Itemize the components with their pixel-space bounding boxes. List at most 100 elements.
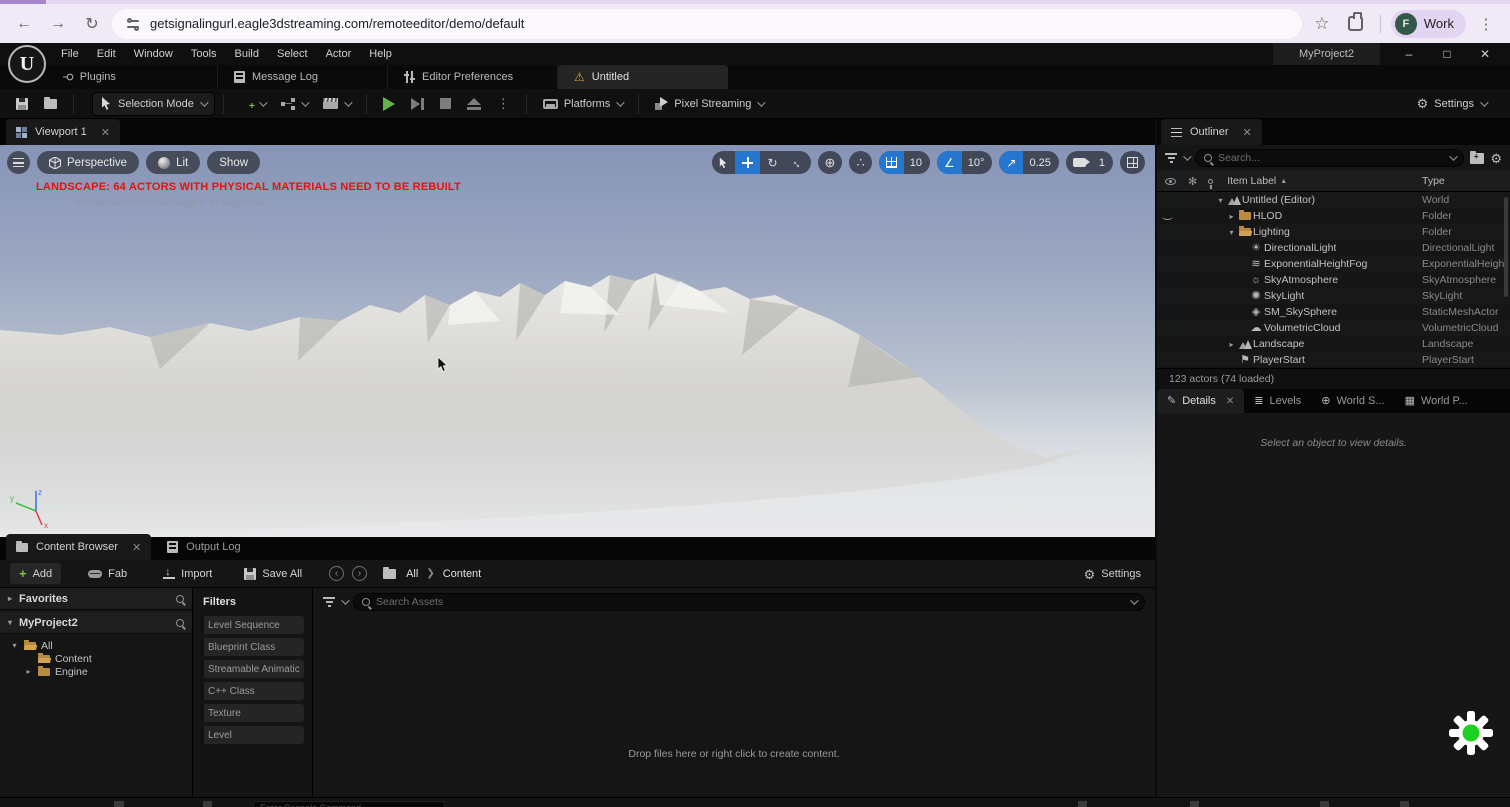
tab-details[interactable]: Details✕ (1157, 389, 1244, 413)
play-options-kebab[interactable]: ⋮ (489, 92, 518, 116)
frame-skip-button[interactable] (403, 92, 432, 116)
folder-engine[interactable]: ▸Engine (10, 665, 192, 678)
close-icon[interactable]: ✕ (1226, 396, 1234, 407)
content-browser-settings[interactable]: ⚙Settings (1084, 560, 1141, 588)
profile-chip[interactable]: F Work (1391, 10, 1466, 38)
menu-edit[interactable]: Edit (88, 43, 125, 65)
menu-actor[interactable]: Actor (317, 43, 361, 65)
filter-icon[interactable] (1165, 153, 1177, 163)
play-button[interactable] (375, 92, 403, 116)
console-command-input[interactable]: Enter Console Command (253, 801, 445, 807)
tab-output-log[interactable]: Output Log (157, 534, 250, 560)
tab-levels[interactable]: Levels (1244, 389, 1311, 413)
stop-button[interactable] (432, 92, 459, 116)
derived-data-icon[interactable] (1190, 801, 1199, 807)
asset-filter-icon[interactable] (323, 597, 335, 607)
expander-icon[interactable]: ▸ (1226, 340, 1237, 349)
expander-icon[interactable]: ▸ (1226, 212, 1237, 221)
eject-button[interactable] (459, 92, 489, 116)
project-header[interactable]: ▾MyProject2 (0, 612, 192, 634)
bookmark-star-icon[interactable]: ☆ (1308, 10, 1336, 38)
url-bar[interactable]: getsignalingurl.eagle3dstreaming.com/rem… (112, 9, 1302, 39)
outliner-row[interactable]: SkyAtmosphereSkyAtmosphere (1157, 272, 1510, 288)
asset-view[interactable]: Drop files here or right click to create… (313, 588, 1155, 797)
outliner-row[interactable]: ExponentialHeightFogExponentialHeightFog (1157, 256, 1510, 272)
outliner-row[interactable]: SM_SkySphereStaticMeshActor (1157, 304, 1510, 320)
add-button[interactable]: +Add (10, 563, 61, 584)
close-button[interactable]: ✕ (1466, 43, 1504, 65)
close-icon[interactable]: ✕ (132, 541, 141, 554)
back-history-icon[interactable]: ‹ (329, 566, 344, 581)
outliner-search[interactable] (1195, 149, 1464, 167)
outliner-row[interactable]: VolumetricCloudVolumetricCloud (1157, 320, 1510, 336)
menu-select[interactable]: Select (268, 43, 317, 65)
pin-icon[interactable] (1208, 179, 1213, 184)
chevron-down-icon[interactable] (1130, 596, 1138, 604)
maximize-viewport-toggle[interactable] (1120, 151, 1145, 174)
viewport-canvas[interactable]: Perspective Lit Show ↻ ↔ ⊕ ∴ (0, 145, 1155, 537)
search-icon[interactable] (176, 619, 184, 627)
unreal-logo[interactable]: U (8, 45, 46, 83)
tab-editor-preferences[interactable]: Editor Preferences (388, 65, 558, 89)
viewport-options-menu[interactable] (7, 151, 30, 174)
outliner-row[interactable]: ▾Untitled (Editor)World (1157, 192, 1510, 208)
surface-snapping-toggle[interactable]: ∴ (849, 151, 871, 174)
search-icon[interactable] (176, 595, 184, 603)
outliner-scrollbar[interactable] (1504, 197, 1508, 297)
outliner-settings-icon[interactable]: ⚙ (1490, 152, 1502, 165)
browser-menu-icon[interactable]: ⋮ (1472, 10, 1500, 38)
rotation-snap-toggle[interactable]: ∠ (937, 151, 962, 174)
chevron-down-icon[interactable] (341, 596, 349, 604)
back-icon[interactable]: ← (10, 10, 38, 38)
stream-settings-gear-button[interactable] (1448, 710, 1494, 756)
outliner-row[interactable]: PlayerStartPlayerStart (1157, 352, 1510, 367)
filter-blueprint-class[interactable]: Blueprint Class (201, 638, 304, 656)
star-column-icon[interactable]: ✻ (1188, 175, 1197, 188)
favorites-header[interactable]: ▸Favorites (0, 588, 192, 610)
menu-window[interactable]: Window (125, 43, 182, 65)
filter-streamable-animatic[interactable]: Streamable Animatic (201, 660, 304, 678)
eye-icon[interactable] (1165, 178, 1176, 185)
grid-snap-value[interactable]: 10 (904, 157, 930, 169)
expander-icon[interactable]: ▾ (1226, 228, 1237, 237)
lit-mode-dropdown[interactable]: Lit (146, 151, 200, 174)
filter-texture[interactable]: Texture (201, 704, 304, 722)
status-icon[interactable] (1400, 801, 1409, 807)
rotation-snap-value[interactable]: 10° (962, 157, 993, 169)
item-label-column[interactable]: Item Label (1227, 175, 1276, 187)
folder-all[interactable]: ▾All (10, 639, 192, 652)
menu-build[interactable]: Build (226, 43, 268, 65)
breadcrumb-current[interactable]: Content (443, 568, 482, 580)
import-button[interactable]: Import (154, 563, 221, 584)
world-coordinate-toggle[interactable]: ⊕ (818, 151, 843, 174)
extensions-icon[interactable] (1342, 10, 1370, 38)
pixel-streaming-dropdown[interactable]: Pixel Streaming (647, 92, 771, 116)
scale-snap-toggle[interactable]: ↗ (999, 151, 1023, 174)
menu-file[interactable]: File (52, 43, 88, 65)
asset-search[interactable] (353, 593, 1145, 611)
tab-untitled[interactable]: ⚠Untitled (558, 65, 728, 89)
outliner-row[interactable]: SkyLightSkyLight (1157, 288, 1510, 304)
outliner-search-input[interactable] (1218, 152, 1443, 164)
perspective-dropdown[interactable]: Perspective (37, 151, 139, 174)
camera-speed-value[interactable]: 1 (1093, 157, 1113, 169)
site-info-icon[interactable] (126, 18, 140, 30)
type-column[interactable]: Type (1422, 175, 1445, 187)
url-text[interactable]: getsignalingurl.eagle3dstreaming.com/rem… (150, 16, 524, 31)
scale-tool[interactable]: ↔ (785, 151, 811, 174)
content-drawer-icon[interactable] (114, 801, 124, 807)
outliner-row[interactable]: ▾LightingFolder (1157, 224, 1510, 240)
browse-content-button[interactable] (36, 92, 65, 116)
camera-speed-button[interactable] (1066, 151, 1093, 174)
tab-content-browser[interactable]: Content Browser ✕ (6, 534, 151, 560)
revision-control-icon[interactable] (1078, 801, 1087, 807)
tab-viewport-1[interactable]: Viewport 1 ✕ (6, 119, 120, 145)
maximize-button[interactable]: □ (1428, 43, 1466, 65)
chevron-down-icon[interactable] (1183, 152, 1191, 160)
save-button[interactable] (8, 92, 36, 116)
outliner-row[interactable]: DirectionalLightDirectionalLight (1157, 240, 1510, 256)
tab-plugins[interactable]: ⚲Plugins (48, 65, 218, 89)
move-tool[interactable] (735, 151, 760, 174)
outliner-row[interactable]: ▸HLODFolder (1157, 208, 1510, 224)
toolbar-settings-dropdown[interactable]: ⚙Settings (1409, 92, 1494, 116)
